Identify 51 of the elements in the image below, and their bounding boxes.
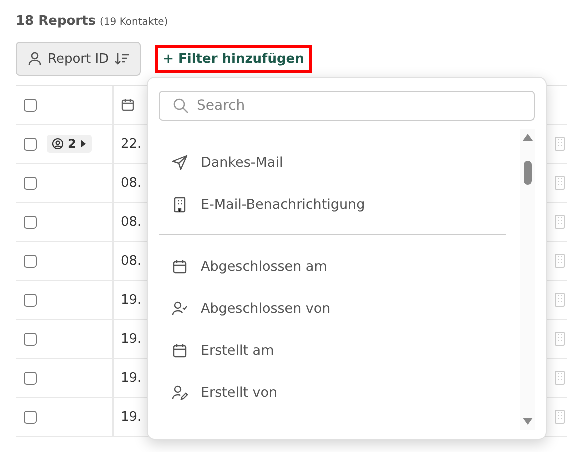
person-pencil-icon — [172, 385, 188, 401]
date-cell: 19. — [121, 292, 142, 308]
date-cell: 08. — [121, 214, 142, 230]
building-icon — [555, 215, 565, 229]
date-cell: 22. — [121, 136, 142, 152]
building-icon — [555, 371, 565, 385]
sort-button[interactable]: Report ID — [16, 42, 142, 76]
scrollbar-track[interactable] — [520, 129, 535, 430]
building-icon — [555, 176, 565, 190]
row-checkbox[interactable] — [24, 294, 37, 306]
row-checkbox[interactable] — [24, 372, 37, 384]
building-icon — [555, 137, 565, 151]
search-icon — [173, 98, 189, 114]
row-checkbox[interactable] — [24, 138, 37, 150]
row-checkbox[interactable] — [24, 332, 37, 346]
add-filter-button[interactable]: + Filter hinzufügen — [155, 45, 312, 73]
person-check-icon — [172, 301, 188, 317]
date-cell: 19. — [121, 332, 142, 346]
date-cell: 08. — [121, 254, 142, 268]
building-icon — [172, 197, 188, 213]
filter-option[interactable]: Dankes-Mail — [159, 142, 520, 184]
scroll-up-arrow-icon[interactable] — [522, 134, 532, 141]
building-icon — [555, 332, 565, 346]
date-cell: 19. — [121, 410, 142, 424]
select-all-checkbox[interactable] — [24, 98, 37, 112]
date-cell: 08. — [121, 176, 142, 190]
calendar-icon — [172, 259, 188, 275]
row-checkbox[interactable] — [24, 216, 37, 228]
paper-plane-icon — [172, 155, 188, 171]
filter-option[interactable]: Abgeschlossen von — [159, 288, 520, 330]
building-icon — [555, 293, 565, 307]
search-field[interactable]: Search — [159, 91, 535, 121]
calendar-icon — [121, 98, 135, 112]
scroll-down-arrow-icon[interactable] — [522, 418, 532, 425]
filter-option[interactable]: E-Mail-Benachrichtigung — [159, 184, 520, 226]
filter-option[interactable]: Erstellt von — [159, 372, 520, 414]
filter-option[interactable]: Abgeschlossen am — [159, 246, 520, 288]
calendar-icon — [172, 343, 188, 359]
building-icon — [555, 410, 565, 424]
row-checkbox[interactable] — [24, 176, 37, 190]
person-icon — [27, 51, 43, 67]
row-checkbox[interactable] — [24, 254, 37, 268]
sort-icon — [114, 51, 130, 67]
contact-count-badge[interactable]: 2 — [47, 135, 92, 153]
scrollbar-thumb[interactable] — [524, 161, 532, 185]
date-cell: 19. — [121, 370, 142, 386]
report-count-title: 18 Reports — [16, 14, 96, 29]
contact-count: (19 Kontakte) — [100, 17, 168, 28]
building-icon — [555, 254, 565, 268]
row-checkbox[interactable] — [24, 410, 37, 424]
filter-option[interactable]: Erstellt am — [159, 330, 520, 372]
